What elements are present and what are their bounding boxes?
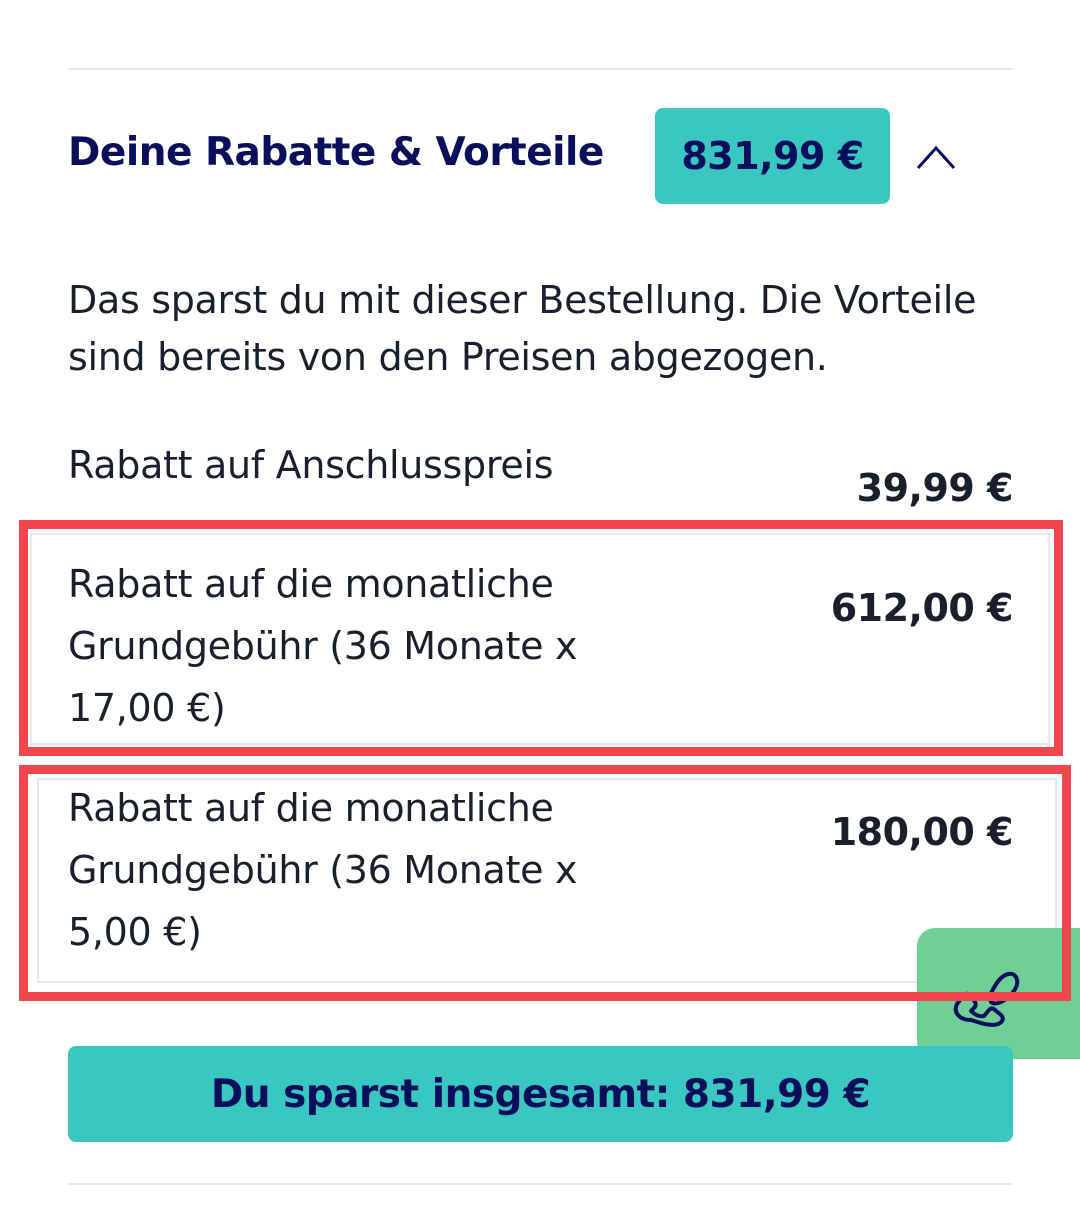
label-line: Rabatt auf die monatliche [68, 562, 554, 606]
chevron-up-icon[interactable] [912, 136, 960, 176]
intro-text: Das sparst du mit dieser Bestellung. Die… [68, 278, 977, 379]
discount-label-monthly-fee-2: Rabatt auf die monatliche Grundgebühr (3… [68, 777, 577, 963]
bottom-divider [68, 1183, 1013, 1185]
discount-value-monthly-fee-1: 612,00 € [830, 586, 1014, 630]
total-savings-badge: 831,99 € [655, 108, 890, 204]
label-line: Grundgebühr (36 Monate x [68, 624, 578, 668]
label-line: Grundgebühr (36 Monate x [68, 848, 578, 892]
section-title: Deine Rabatte & Vorteile [68, 130, 604, 175]
label-line: 5,00 €) [68, 910, 202, 954]
discount-value-monthly-fee-2: 180,00 € [830, 810, 1014, 854]
label-line: Rabatt auf die monatliche [68, 786, 554, 830]
call-button[interactable] [917, 928, 1080, 1059]
top-divider [68, 68, 1013, 70]
discount-value-connection: 39,99 € [856, 466, 1014, 510]
total-savings-button[interactable]: Du sparst insgesamt: 831,99 € [68, 1046, 1013, 1142]
discount-label-monthly-fee-1: Rabatt auf die monatliche Grundgebühr (3… [68, 553, 577, 739]
label-line: 17,00 €) [68, 686, 226, 730]
phone-icon [953, 971, 1020, 1027]
discount-label-connection: Rabatt auf Anschlusspreis [68, 443, 554, 487]
